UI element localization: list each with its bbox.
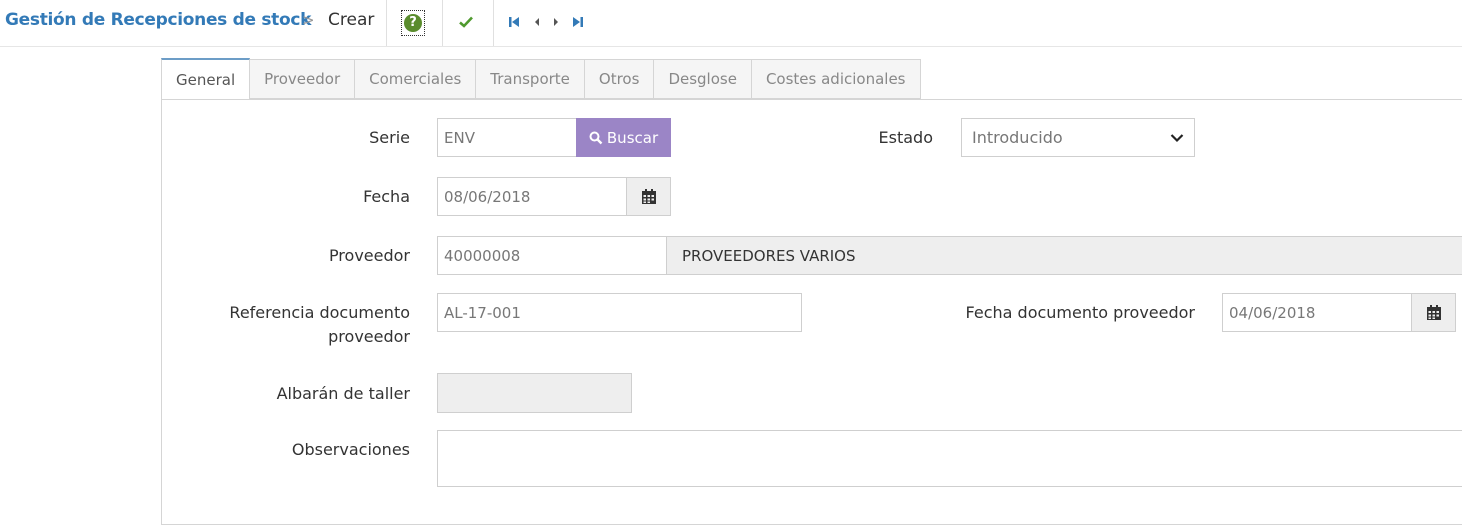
- check-icon: [459, 16, 473, 28]
- albaran-taller-label: Albarán de taller: [276, 384, 410, 403]
- toolbar-divider: [442, 0, 443, 46]
- search-icon: [589, 131, 603, 144]
- tab-costes-adicionales[interactable]: Costes adicionales: [751, 59, 921, 99]
- toolbar: Gestión de Recepciones de stock > Crear …: [0, 0, 1462, 47]
- breadcrumb-current: Crear: [328, 10, 375, 30]
- last-record-icon: [573, 17, 583, 27]
- buscar-button[interactable]: Buscar: [576, 118, 671, 157]
- buscar-label: Buscar: [606, 128, 659, 147]
- fecha-label: Fecha: [363, 187, 410, 206]
- albaran-taller-input[interactable]: [437, 373, 632, 413]
- toolbar-divider: [493, 0, 494, 46]
- tab-comerciales[interactable]: Comerciales: [355, 59, 477, 99]
- first-record-icon: [509, 17, 519, 27]
- referencia-label: Referencia documento proveedor: [210, 301, 410, 349]
- proveedor-label: Proveedor: [328, 246, 410, 265]
- next-record-button[interactable]: [549, 10, 563, 34]
- save-button[interactable]: [456, 10, 476, 34]
- next-record-icon: [554, 18, 558, 26]
- last-record-button[interactable]: [571, 10, 585, 34]
- tab-general[interactable]: General: [161, 58, 251, 100]
- calendar-icon: [1426, 304, 1441, 320]
- referencia-label-line1: Referencia documento: [229, 303, 410, 322]
- observaciones-textarea[interactable]: [437, 430, 1462, 487]
- fecha-calendar-button[interactable]: [626, 177, 671, 216]
- help-icon: ?: [404, 14, 422, 32]
- tab-otros[interactable]: Otros: [584, 59, 655, 99]
- calendar-icon: [641, 188, 656, 204]
- serie-input[interactable]: ENV: [437, 118, 577, 157]
- breadcrumb-module-link[interactable]: Gestión de Recepciones de stock: [5, 10, 311, 30]
- chevron-down-icon: [1170, 133, 1184, 142]
- tab-proveedor[interactable]: Proveedor: [250, 59, 356, 99]
- fecha-doc-proveedor-calendar-button[interactable]: [1411, 293, 1456, 332]
- tab-desglose[interactable]: Desglose: [654, 59, 752, 99]
- estado-value: Introducido: [972, 128, 1063, 147]
- referencia-input[interactable]: AL-17-001: [437, 293, 802, 332]
- serie-label: Serie: [369, 128, 410, 147]
- referencia-label-line2: proveedor: [328, 327, 410, 346]
- proveedor-code-input[interactable]: 40000008: [437, 236, 667, 275]
- help-button[interactable]: ?: [401, 10, 425, 36]
- observaciones-label: Observaciones: [291, 440, 410, 459]
- first-record-button[interactable]: [507, 10, 521, 34]
- tab-bar: General Proveedor Comerciales Transporte…: [161, 58, 921, 100]
- prev-record-button[interactable]: [530, 10, 544, 34]
- estado-select[interactable]: Introducido: [961, 118, 1195, 157]
- toolbar-divider: [386, 0, 387, 46]
- breadcrumb-separator: >: [302, 11, 315, 29]
- fecha-doc-proveedor-label: Fecha documento proveedor: [965, 303, 1195, 322]
- proveedor-name-field: PROVEEDORES VARIOS: [666, 236, 1462, 275]
- fecha-input[interactable]: 08/06/2018: [437, 177, 627, 216]
- tab-transporte[interactable]: Transporte: [476, 59, 585, 99]
- fecha-doc-proveedor-input[interactable]: 04/06/2018: [1222, 293, 1412, 332]
- estado-label: Estado: [878, 128, 933, 147]
- prev-record-icon: [535, 18, 539, 26]
